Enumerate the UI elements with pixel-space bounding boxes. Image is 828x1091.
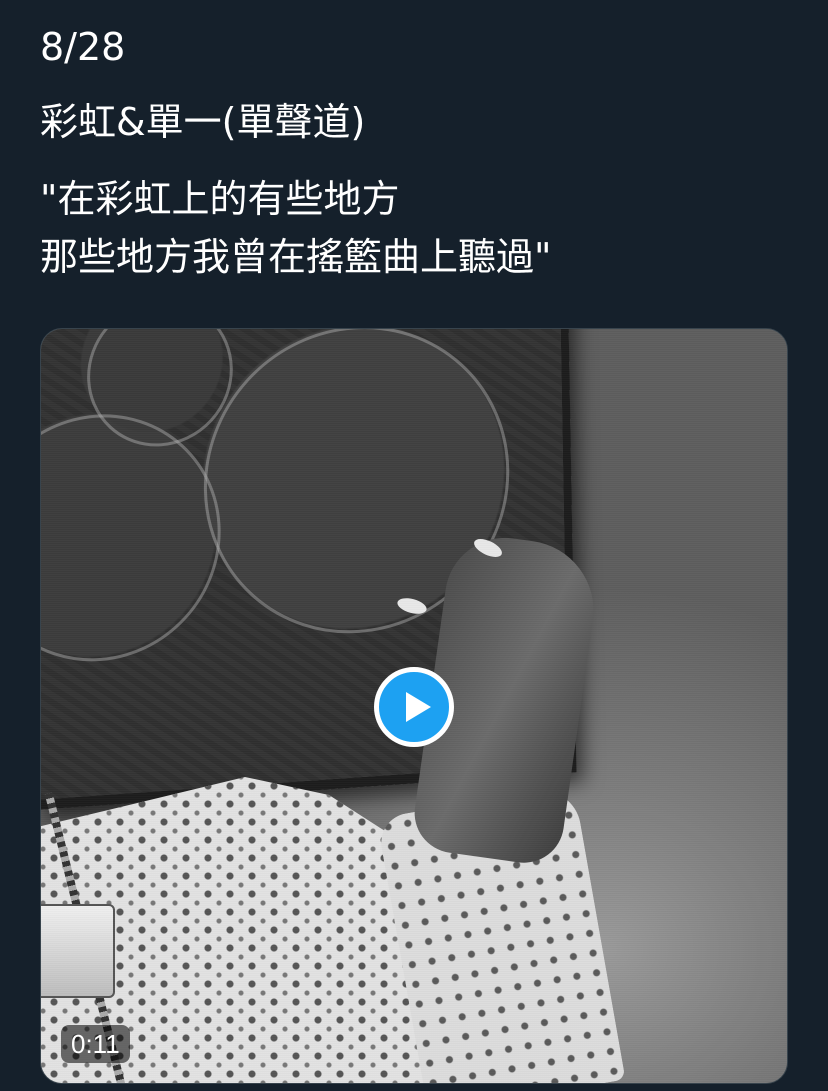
tweet-lyrics: "在彩虹上的有些地方 那些地方我曾在搖籃曲上聽過" <box>40 170 551 286</box>
play-icon <box>406 692 431 722</box>
tweet-title: 彩虹&單一(單聲道) <box>40 100 366 144</box>
video-duration: 0:11 <box>61 1025 130 1063</box>
tweet: 8/28 彩虹&單一(單聲道) "在彩虹上的有些地方 那些地方我曾在搖籃曲上聽過… <box>0 0 828 1091</box>
play-button[interactable] <box>374 667 454 747</box>
video-player[interactable]: 0:11 <box>40 328 788 1084</box>
lyric-line: "在彩虹上的有些地方 <box>40 177 400 221</box>
lyric-line: 那些地方我曾在搖籃曲上聽過" <box>40 235 552 279</box>
tweet-date: 8/28 <box>40 25 126 69</box>
thumbnail-belt <box>41 904 115 998</box>
